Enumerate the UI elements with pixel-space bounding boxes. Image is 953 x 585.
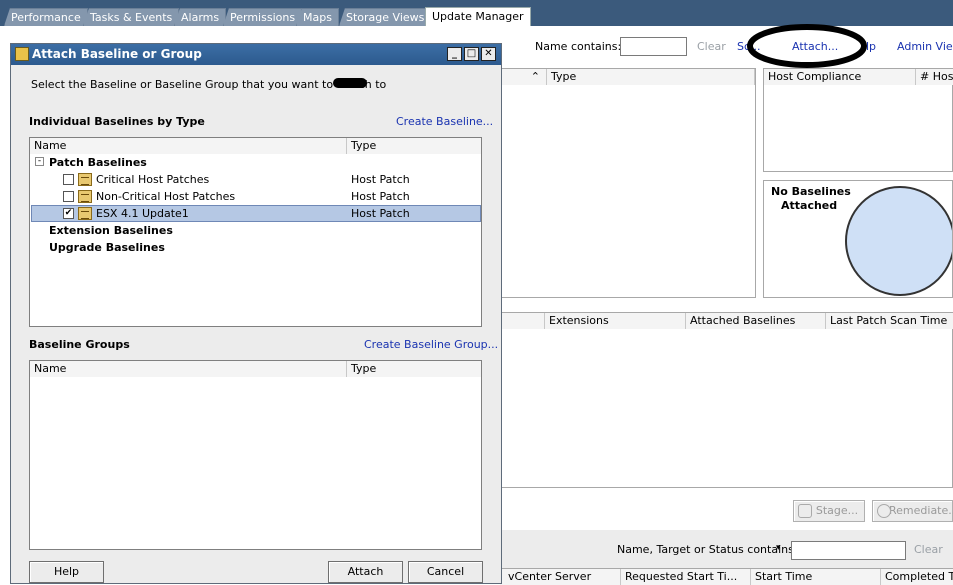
individual-baselines-heading: Individual Baselines by Type bbox=[29, 115, 205, 128]
close-icon[interactable]: ✕ bbox=[481, 47, 496, 61]
baseline-row[interactable]: Critical Host Patches Host Patch bbox=[31, 171, 481, 188]
create-baseline-group-link[interactable]: Create Baseline Group... bbox=[364, 338, 498, 351]
tree-name-header[interactable]: Name bbox=[30, 138, 347, 154]
type-column-header[interactable]: Type bbox=[547, 69, 755, 85]
vcenter-server-header[interactable]: vCenter Server bbox=[500, 569, 621, 585]
baseline-type: Host Patch bbox=[351, 207, 410, 220]
groups-name-header[interactable]: Name bbox=[30, 361, 347, 377]
last-patch-scan-header[interactable]: Last Patch Scan Time bbox=[826, 313, 953, 329]
baseline-icon bbox=[78, 173, 92, 186]
create-baseline-link[interactable]: Create Baseline... bbox=[396, 115, 493, 128]
hosts-count-header[interactable]: # Host bbox=[916, 69, 953, 85]
baseline-type: Host Patch bbox=[351, 190, 410, 203]
remediate-icon bbox=[877, 504, 891, 518]
start-time-header[interactable]: Start Time bbox=[751, 569, 881, 585]
baseline-icon bbox=[78, 190, 92, 203]
maximize-icon[interactable]: □ bbox=[464, 47, 479, 61]
baseline-name: Critical Host Patches bbox=[96, 173, 210, 186]
extension-baselines-group[interactable]: Extension Baselines bbox=[49, 222, 173, 239]
filter-input[interactable] bbox=[791, 541, 906, 560]
baseline-name: ESX 4.1 Update1 bbox=[96, 207, 189, 220]
baseline-icon bbox=[78, 207, 92, 220]
baseline-groups-heading: Baseline Groups bbox=[29, 338, 130, 351]
cancel-button[interactable]: Cancel bbox=[408, 561, 483, 583]
name-contains-input[interactable] bbox=[620, 37, 687, 56]
baseline-row[interactable]: Non-Critical Host Patches Host Patch bbox=[31, 188, 481, 205]
baseline-checkbox-checked[interactable]: ✔ bbox=[63, 208, 74, 219]
admin-view-link[interactable]: Admin View bbox=[897, 40, 953, 53]
baselines-table: ⌃ Type bbox=[500, 68, 756, 298]
app-icon bbox=[15, 47, 29, 61]
help-button[interactable]: Help bbox=[29, 561, 104, 583]
hosts-table: Extensions Attached Baselines Last Patch… bbox=[500, 312, 953, 488]
tab-permissions[interactable]: Permissions bbox=[223, 8, 303, 26]
tasks-table-header: vCenter Server Requested Start Ti... Sta… bbox=[500, 568, 953, 585]
highlight-ellipse-icon bbox=[747, 24, 867, 68]
requested-start-header[interactable]: Requested Start Ti... bbox=[621, 569, 751, 585]
compliance-pie bbox=[845, 186, 952, 296]
name-contains-label: Name contains: bbox=[535, 40, 622, 53]
stage-button[interactable]: Stage... bbox=[793, 500, 865, 522]
baseline-row-selected[interactable]: ✔ ESX 4.1 Update1 Host Patch bbox=[31, 205, 481, 222]
tab-storage-views[interactable]: Storage Views bbox=[339, 8, 432, 26]
clear-link[interactable]: Clear bbox=[697, 40, 726, 53]
dialog-title: Attach Baseline or Group bbox=[32, 47, 202, 61]
filter-clear-link[interactable]: Clear bbox=[914, 543, 943, 556]
baseline-groups-list: Name Type bbox=[29, 360, 482, 550]
upgrade-baselines-group[interactable]: Upgrade Baselines bbox=[49, 239, 165, 256]
attached-baselines-header[interactable]: Attached Baselines bbox=[686, 313, 826, 329]
baseline-checkbox[interactable] bbox=[63, 174, 74, 185]
baselines-tree: Name Type - Patch Baselines Critical Hos… bbox=[29, 137, 482, 327]
compliance-chart-panel: No Baselines Attached bbox=[763, 180, 953, 298]
completed-time-header[interactable]: Completed Tim bbox=[881, 569, 953, 585]
hosts-table-blank-header[interactable] bbox=[501, 313, 545, 329]
stage-icon bbox=[798, 504, 812, 518]
redacted-host-mark bbox=[333, 78, 367, 88]
dialog-title-bar[interactable]: Attach Baseline or Group _ □ ✕ bbox=[11, 44, 501, 65]
baseline-type: Host Patch bbox=[351, 173, 410, 186]
compliance-table: Host Compliance # Host bbox=[763, 68, 953, 172]
groups-type-header[interactable]: Type bbox=[347, 361, 481, 377]
no-baselines-text: No Baselines bbox=[771, 185, 851, 198]
attach-baseline-dialog: Attach Baseline or Group _ □ ✕ Select th… bbox=[10, 43, 502, 584]
filter-dropdown-icon[interactable]: ▾ bbox=[776, 543, 781, 553]
host-compliance-header[interactable]: Host Compliance bbox=[764, 69, 916, 85]
tab-maps[interactable]: Maps bbox=[296, 8, 339, 26]
attached-text: Attached bbox=[781, 199, 838, 212]
baseline-name: Non-Critical Host Patches bbox=[96, 190, 236, 203]
baseline-checkbox[interactable] bbox=[63, 191, 74, 202]
tab-tasks-events[interactable]: Tasks & Events bbox=[83, 8, 180, 26]
minimize-icon[interactable]: _ bbox=[447, 47, 462, 61]
tab-performance[interactable]: Performance bbox=[4, 8, 88, 26]
tab-alarms[interactable]: Alarms bbox=[174, 8, 227, 26]
collapse-icon[interactable]: - bbox=[35, 157, 44, 166]
tab-update-manager[interactable]: Update Manager bbox=[425, 7, 531, 26]
attach-button[interactable]: Attach bbox=[328, 561, 403, 583]
tree-type-header[interactable]: Type bbox=[347, 138, 481, 154]
patch-baselines-label: Patch Baselines bbox=[49, 156, 147, 169]
filter-label: Name, Target or Status contains: bbox=[617, 543, 798, 556]
remediate-button[interactable]: Remediate... bbox=[872, 500, 953, 522]
sort-arrow-icon[interactable]: ⌃ bbox=[501, 69, 547, 85]
extensions-header[interactable]: Extensions bbox=[545, 313, 686, 329]
patch-baselines-group[interactable]: - Patch Baselines bbox=[31, 154, 481, 171]
